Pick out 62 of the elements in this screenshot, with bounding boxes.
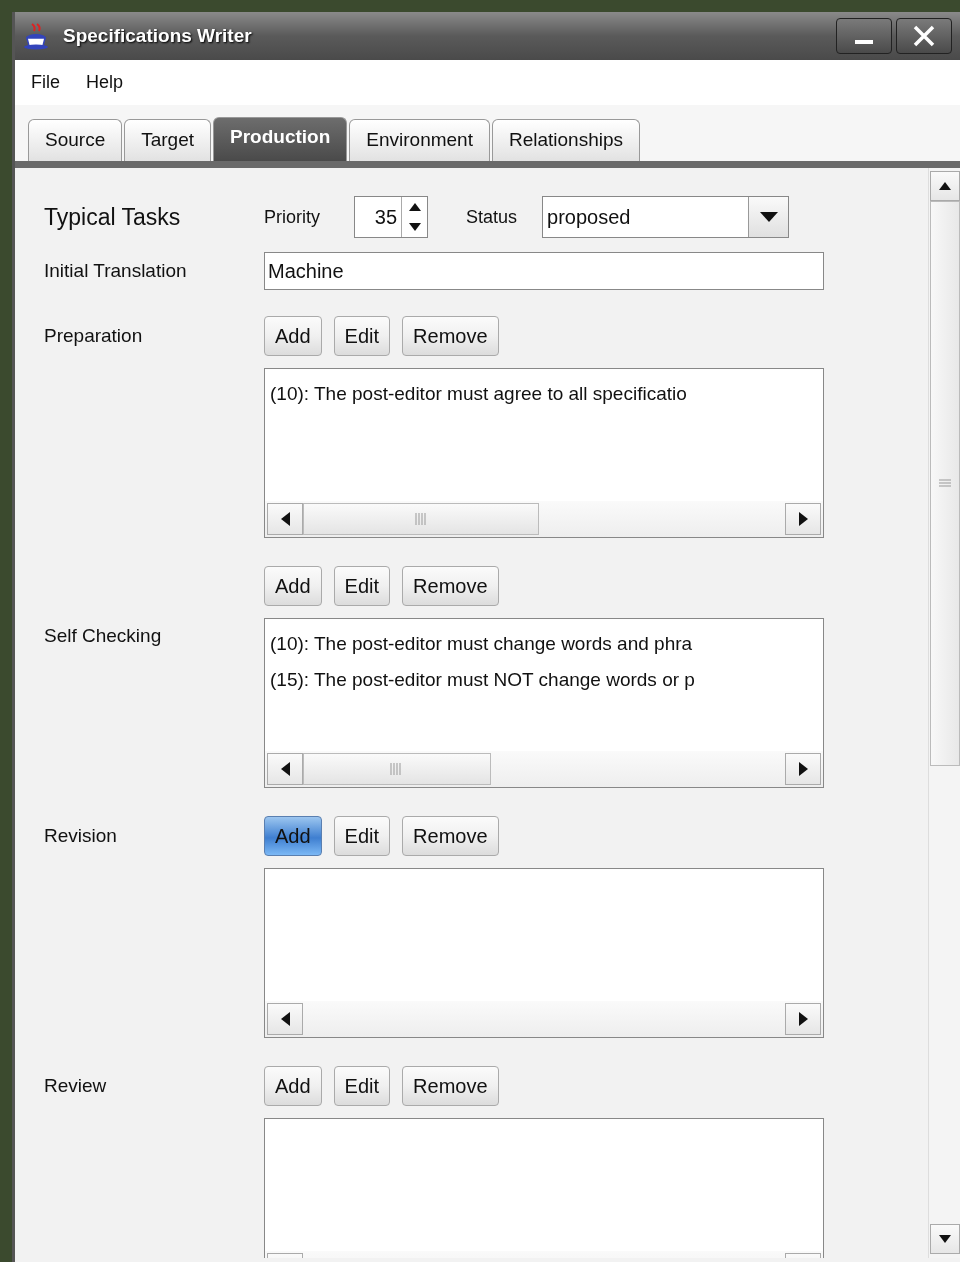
list-box[interactable]: (10): The post-editor must agree to all specificatio [264, 368, 824, 538]
list-item[interactable]: (10): The post-editor must change words and phra [270, 626, 693, 662]
field-label: Status [466, 205, 518, 229]
field-label: Revision [44, 823, 118, 848]
section-title: Typical Tasks [44, 202, 182, 232]
horizontal-scrollbar[interactable] [265, 1001, 823, 1037]
menu-item[interactable]: File [23, 67, 68, 98]
scroll-left-icon[interactable] [280, 1012, 290, 1026]
field-label: Self Checking [44, 624, 163, 648]
field-label: Preparation [44, 323, 144, 348]
field-label: Review [44, 1073, 108, 1098]
window-title: Specifications Writer [63, 23, 252, 48]
scrollbar-thumb[interactable] [303, 503, 540, 535]
grip-icon [390, 763, 404, 775]
close-button[interactable] [896, 18, 952, 54]
status-dropdown[interactable]: proposed [542, 196, 790, 238]
field-label: Initial Translation [44, 258, 188, 283]
list-button[interactable]: Add [264, 566, 322, 606]
tab[interactable]: Relationships [491, 119, 641, 161]
list-item[interactable]: (15): The post-editor must NOT change words or p [270, 662, 695, 698]
scroll-up-icon[interactable] [938, 182, 951, 190]
list-button[interactable]: Remove [402, 1066, 499, 1106]
priority-spinner[interactable]: 35 [354, 196, 428, 238]
list-button[interactable]: Edit [333, 566, 391, 606]
horizontal-scrollbar[interactable] [265, 751, 823, 787]
list-item[interactable]: (10): The post-editor must agree to all specificatio [270, 376, 687, 412]
list-button[interactable]: Add [264, 1066, 322, 1106]
spin-up-icon[interactable] [408, 203, 421, 211]
list-button[interactable]: Remove [402, 316, 499, 356]
tab[interactable]: Target [124, 119, 211, 161]
spin-down-icon[interactable] [408, 223, 421, 231]
dropdown-arrow-icon[interactable] [759, 212, 778, 222]
tab[interactable]: Source [28, 119, 123, 161]
list-box[interactable]: (10): The post-editor must change words and phra (15): The post-editor must NOT change words or p [264, 618, 824, 788]
field-label: Priority [264, 205, 320, 229]
list-button[interactable]: Remove [402, 566, 499, 606]
list-button[interactable]: Edit [333, 816, 391, 856]
scrollbar-thumb[interactable] [929, 201, 960, 766]
minimize-icon [855, 40, 873, 44]
scrollbar-thumb[interactable] [303, 753, 491, 785]
close-icon [913, 25, 935, 47]
list-button[interactable]: Add [264, 316, 322, 356]
menu-item[interactable]: Help [78, 67, 132, 98]
grip-icon [938, 479, 951, 488]
scroll-right-icon[interactable] [798, 1012, 808, 1026]
text-field[interactable]: Machine [264, 252, 824, 290]
list-button[interactable]: Edit [333, 316, 391, 356]
minimize-button[interactable] [836, 18, 892, 54]
scroll-left-icon[interactable] [280, 512, 290, 526]
coffee-cup-icon [23, 22, 49, 50]
scroll-left-icon[interactable] [280, 762, 290, 776]
grip-icon [414, 513, 428, 525]
tab[interactable]: Production [213, 117, 348, 161]
horizontal-scrollbar[interactable] [265, 501, 823, 537]
scroll-right-icon[interactable] [798, 762, 808, 776]
tab[interactable]: Environment [349, 119, 490, 161]
scroll-right-icon[interactable] [798, 512, 808, 526]
list-button[interactable]: Remove [402, 816, 499, 856]
scroll-down-icon[interactable] [938, 1235, 951, 1243]
list-button[interactable]: Edit [333, 1066, 391, 1106]
vertical-scrollbar[interactable] [928, 168, 960, 1258]
list-button[interactable]: Add [264, 816, 322, 856]
